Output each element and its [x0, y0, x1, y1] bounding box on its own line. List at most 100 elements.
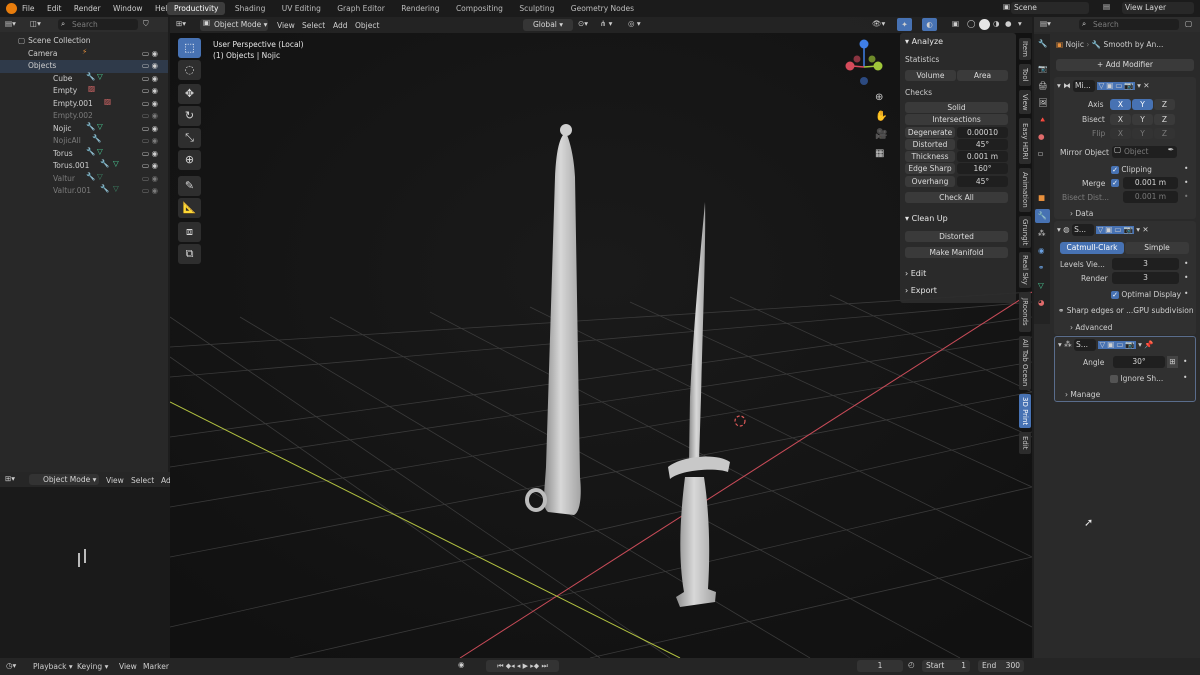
tree-row-scene-collection[interactable]: ▢ Scene Collection: [0, 35, 168, 48]
scene-selector[interactable]: Scene: [1011, 2, 1089, 14]
row-toggles[interactable]: ▭ ◉: [142, 148, 158, 161]
tab-uv-editing[interactable]: UV Editing: [275, 2, 328, 15]
view-layer-icon[interactable]: ▤: [1103, 3, 1110, 11]
intersections-button[interactable]: Intersections: [905, 114, 1008, 125]
export-header[interactable]: › Export: [905, 284, 937, 298]
tree-row-torus[interactable]: Torus 🔧 ▽ ▭ ◉: [0, 147, 168, 161]
tab-tool[interactable]: Tool: [1019, 64, 1031, 86]
edge-sharp-button[interactable]: Edge Sharp: [905, 163, 955, 174]
select-box-tool[interactable]: ⬚: [178, 38, 201, 58]
tab-jroonds[interactable]: JRoonds: [1019, 292, 1031, 332]
tree-row-torus-001[interactable]: Torus.001 🔧 ▽ ▭ ◉: [0, 160, 168, 173]
wireframe-shading-icon[interactable]: ◯: [967, 20, 975, 28]
menu-keying[interactable]: Keying ▾: [77, 662, 108, 671]
node-socket-icon[interactable]: ⊞: [1167, 356, 1178, 368]
edit-header[interactable]: › Edit: [905, 267, 926, 281]
menu-add[interactable]: Add: [333, 21, 348, 30]
xray-icon[interactable]: ▣: [952, 20, 959, 28]
outliner-search-input[interactable]: ⌕ Search: [58, 19, 138, 30]
ortho-grid-icon[interactable]: ▦: [875, 149, 884, 159]
pivot-icon[interactable]: ⊙▾: [578, 20, 588, 28]
collapse-chevron-icon[interactable]: ▾: [1057, 81, 1061, 90]
material-tab-icon[interactable]: ◕: [1038, 299, 1045, 307]
orientation-selector[interactable]: Global ▾: [523, 19, 573, 31]
collapse-chevron-icon[interactable]: ▾: [1058, 340, 1062, 349]
add-object-tool[interactable]: ⧉: [178, 244, 201, 264]
snap-icon[interactable]: ⋔ ▾: [600, 20, 612, 28]
edge-sharp-field[interactable]: 160°: [957, 163, 1008, 174]
solid-shading-icon[interactable]: [979, 19, 990, 30]
data-subpanel[interactable]: › Data: [1070, 208, 1093, 219]
levels-viewport-field[interactable]: 3: [1112, 258, 1179, 270]
tab-all-tab-ocean[interactable]: All Tab Ocean: [1019, 336, 1031, 390]
row-toggles[interactable]: ▭ ◉: [142, 173, 158, 186]
keyframe-dot[interactable]: •: [1184, 164, 1188, 173]
tab-rendering[interactable]: Rendering: [394, 2, 446, 15]
manage-subpanel[interactable]: › Manage: [1065, 389, 1100, 400]
row-toggles[interactable]: ▭ ◉: [142, 60, 158, 73]
breadcrumb-modifier[interactable]: Smooth by An...: [1104, 40, 1164, 49]
clean-up-header[interactable]: ▾ Clean Up: [905, 212, 948, 226]
tree-row-cube[interactable]: Cube 🔧 ▽ ▭ ◉: [0, 72, 168, 86]
bisect-x-toggle[interactable]: X: [1110, 114, 1131, 125]
menu-playback[interactable]: Playback ▾: [33, 662, 73, 671]
gizmo-toggle-icon[interactable]: ✦: [897, 18, 912, 31]
view-layer-tab-icon[interactable]: 🖼: [1038, 99, 1048, 107]
output-tab-icon[interactable]: 🖨: [1038, 82, 1048, 90]
mini-menu-view[interactable]: View: [106, 476, 124, 485]
render-levels-field[interactable]: 3: [1112, 272, 1179, 284]
mirror-header[interactable]: ▾ ⧓ Mi... ▽ ▣ ▭ 📷 ▾ ✕: [1057, 80, 1195, 92]
tree-row-empty-001[interactable]: Empty.001 ▨ ▭ ◉: [0, 97, 168, 111]
visibility-icon[interactable]: 👁▾: [872, 20, 885, 28]
dropdown-icon[interactable]: ▾: [1137, 82, 1141, 90]
keyframe-dot[interactable]: •: [1184, 178, 1188, 187]
cage-toggle-icon[interactable]: ▣: [1105, 82, 1115, 90]
close-icon[interactable]: ✕: [1143, 82, 1149, 90]
pin-icon[interactable]: 📌: [1144, 341, 1153, 349]
end-frame-field[interactable]: End 300: [978, 660, 1024, 672]
viewport-toggle-icon[interactable]: ▭: [1113, 226, 1123, 234]
view-layer-selector[interactable]: View Layer: [1122, 2, 1194, 14]
cursor-tool[interactable]: ◌: [178, 60, 201, 80]
row-toggles[interactable]: ▭ ◉: [142, 160, 158, 173]
material-shading-icon[interactable]: ◑: [993, 20, 1000, 28]
data-tab-icon[interactable]: ▽: [1038, 282, 1044, 290]
distorted-clean-button[interactable]: Distorted: [905, 231, 1008, 242]
jump-end-icon[interactable]: ⏭: [541, 662, 547, 670]
particles-tab-icon[interactable]: ⁂: [1038, 230, 1046, 238]
menu-render[interactable]: Render: [74, 4, 101, 13]
tree-row-nojicall[interactable]: NojicAll 🔧 ▭ ◉: [0, 135, 168, 148]
row-toggles[interactable]: ▭ ◉: [142, 135, 158, 148]
render-toggle-icon[interactable]: 📷: [1124, 341, 1136, 349]
mini-mode-selector[interactable]: Object Mode ▾: [29, 474, 99, 485]
axis-z-toggle[interactable]: Z: [1154, 99, 1175, 110]
menu-window[interactable]: Window: [113, 4, 143, 13]
object-tab-icon[interactable]: ■: [1038, 194, 1045, 202]
smooth-name-field[interactable]: S...: [1074, 339, 1097, 351]
render-toggle-icon[interactable]: 📷: [1122, 226, 1134, 234]
tab-sculpting[interactable]: Sculpting: [512, 2, 561, 15]
shading-options-icon[interactable]: ▾: [1018, 20, 1022, 28]
zoom-icon[interactable]: ⊕: [875, 93, 883, 103]
axis-y-toggle[interactable]: Y: [1132, 99, 1153, 110]
mirror-name-field[interactable]: Mi...: [1073, 80, 1096, 92]
edit-mode-toggle-icon[interactable]: ▽: [1098, 341, 1107, 349]
edit-mode-toggle-icon[interactable]: ▽: [1096, 226, 1105, 234]
play-reverse-icon[interactable]: ◂: [517, 662, 521, 670]
bisect-z-toggle[interactable]: Z: [1154, 114, 1175, 125]
rotate-tool[interactable]: ↻: [178, 106, 201, 126]
camera-view-icon[interactable]: 🎥: [875, 130, 887, 140]
start-frame-field[interactable]: Start 1: [922, 660, 970, 672]
rendered-shading-icon[interactable]: ●: [1005, 20, 1012, 28]
tab-grungit[interactable]: Grungit: [1019, 216, 1031, 248]
tree-row-empty-002[interactable]: Empty.002 ▭ ◉: [0, 110, 168, 123]
tab-graph-editor[interactable]: Graph Editor: [330, 2, 392, 15]
volume-button[interactable]: Volume: [905, 70, 956, 81]
breadcrumb-object[interactable]: Nojic: [1065, 40, 1084, 49]
modifier-tab-icon[interactable]: 🔧: [1035, 209, 1050, 223]
properties-search-input[interactable]: ⌕ Search: [1079, 19, 1179, 30]
clock-icon[interactable]: ◴: [908, 661, 915, 669]
subsurf-header[interactable]: ▾ ◍ S... ▽ ▣ ▭ 📷 ▾ ✕: [1057, 224, 1195, 236]
close-icon[interactable]: ✕: [1142, 226, 1148, 234]
thickness-button[interactable]: Thickness: [905, 151, 955, 162]
